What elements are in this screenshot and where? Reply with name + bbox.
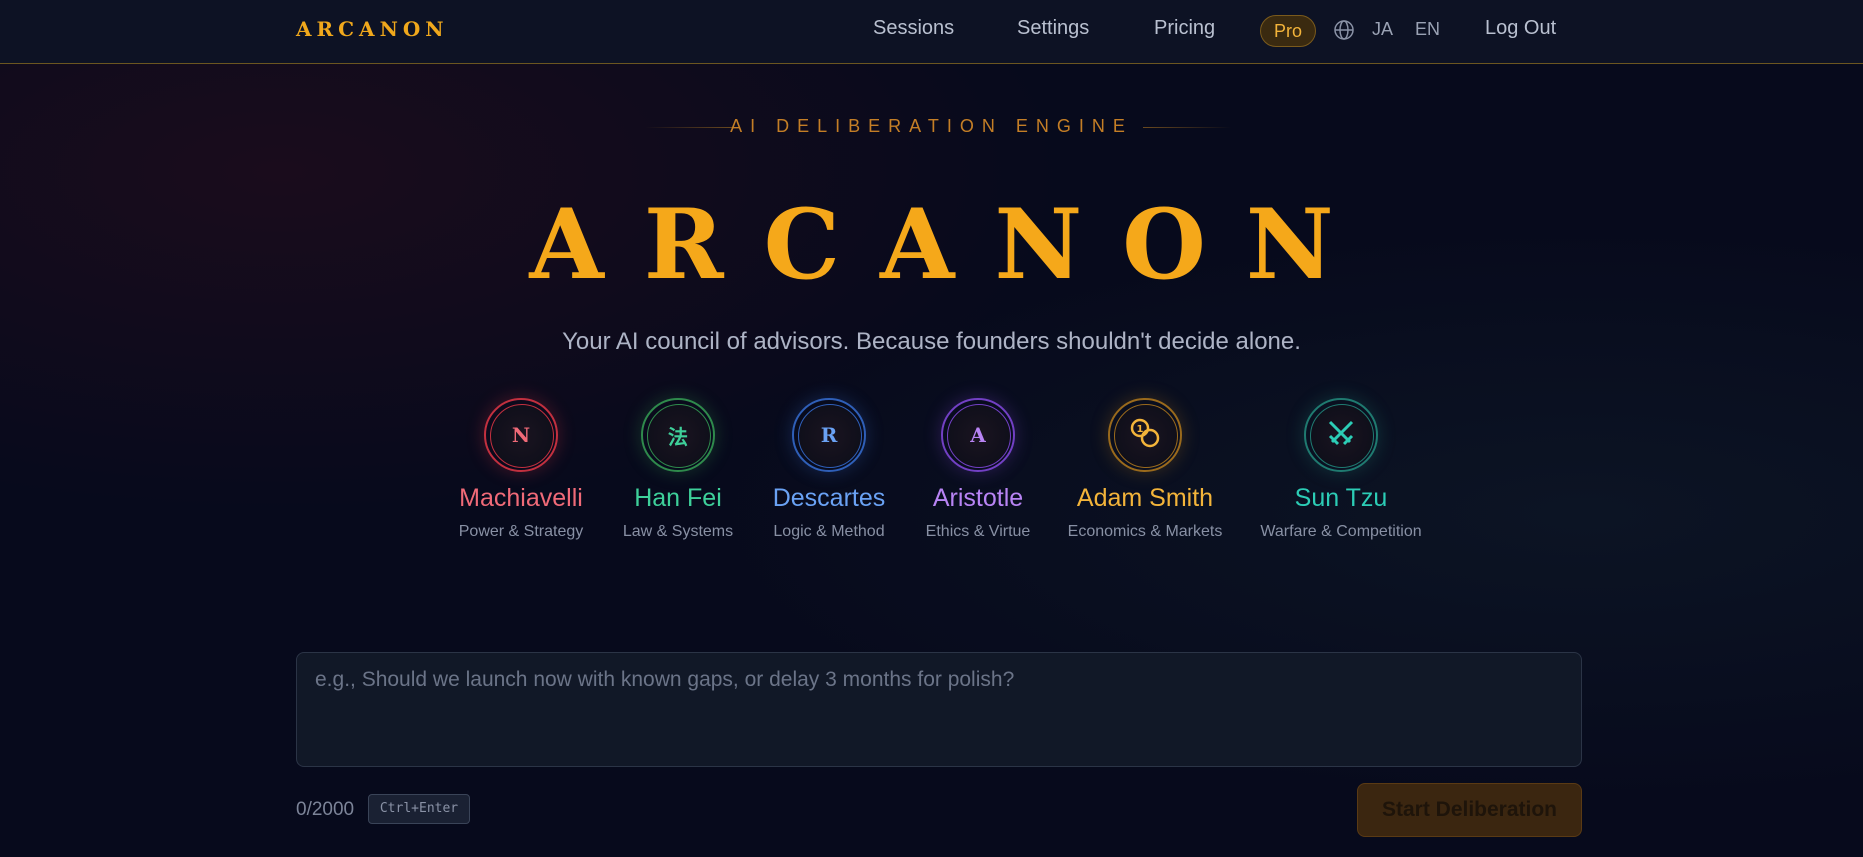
logout-link[interactable]: Log Out bbox=[1485, 17, 1556, 40]
advisor-name: Machiavelli bbox=[459, 484, 583, 512]
emblem-glyph: A bbox=[970, 423, 986, 447]
han-fei-emblem-icon: 法 bbox=[641, 398, 715, 472]
advisor-card[interactable]: A Aristotle Ethics & Virtue bbox=[888, 398, 1068, 541]
start-deliberation-button[interactable]: Start Deliberation bbox=[1357, 783, 1582, 837]
emblem-glyph: 法 bbox=[668, 424, 688, 449]
advisor-card[interactable]: N Machiavelli Power & Strategy bbox=[431, 398, 611, 541]
question-input[interactable] bbox=[296, 652, 1582, 767]
advisor-name: Sun Tzu bbox=[1294, 484, 1388, 512]
hero-eyebrow: AI DELIBERATION ENGINE bbox=[730, 116, 1133, 136]
swords-glyph bbox=[1324, 416, 1358, 455]
lang-ja-button[interactable]: JA bbox=[1372, 19, 1393, 40]
advisor-role: Ethics & Virtue bbox=[925, 523, 1031, 540]
eyebrow-divider-right bbox=[1143, 127, 1231, 128]
hero-tagline: Your AI council of advisors. Because fou… bbox=[562, 328, 1301, 355]
advisor-card[interactable]: Sun Tzu Warfare & Competition bbox=[1251, 398, 1431, 541]
advisor-role: Power & Strategy bbox=[458, 523, 584, 540]
nav-sessions-link[interactable]: Sessions bbox=[873, 17, 954, 40]
lang-en-button[interactable]: EN bbox=[1415, 19, 1440, 40]
advisor-role: Warfare & Competition bbox=[1260, 523, 1422, 540]
nav-pricing-link[interactable]: Pricing bbox=[1154, 17, 1215, 40]
advisor-name: Adam Smith bbox=[1076, 484, 1214, 512]
emblem-glyph: R bbox=[820, 423, 838, 447]
coins-icon: 1 bbox=[1108, 398, 1182, 472]
advisor-card[interactable]: 1 Adam Smith Economics & Markets bbox=[1055, 398, 1235, 541]
machiavelli-emblem-icon: N bbox=[484, 398, 558, 472]
keyboard-shortcut-hint: Ctrl+Enter bbox=[368, 794, 470, 824]
advisor-role: Economics & Markets bbox=[1067, 523, 1223, 540]
top-navbar: ARCANON Sessions Settings Pricing Pro JA… bbox=[0, 0, 1863, 64]
nav-settings-link[interactable]: Settings bbox=[1017, 17, 1089, 40]
pro-badge[interactable]: Pro bbox=[1260, 15, 1316, 47]
descartes-emblem-icon: R bbox=[792, 398, 866, 472]
globe-icon bbox=[1334, 20, 1354, 40]
aristotle-emblem-icon: A bbox=[941, 398, 1015, 472]
hero-title: ARCANON bbox=[529, 188, 1374, 301]
emblem-glyph: N bbox=[511, 423, 531, 447]
char-counter: 0/2000 bbox=[296, 799, 355, 820]
advisor-name: Aristotle bbox=[932, 484, 1024, 512]
coins-glyph: 1 bbox=[1127, 415, 1163, 456]
nav-logo[interactable]: ARCANON bbox=[296, 17, 449, 41]
crossed-swords-icon bbox=[1304, 398, 1378, 472]
